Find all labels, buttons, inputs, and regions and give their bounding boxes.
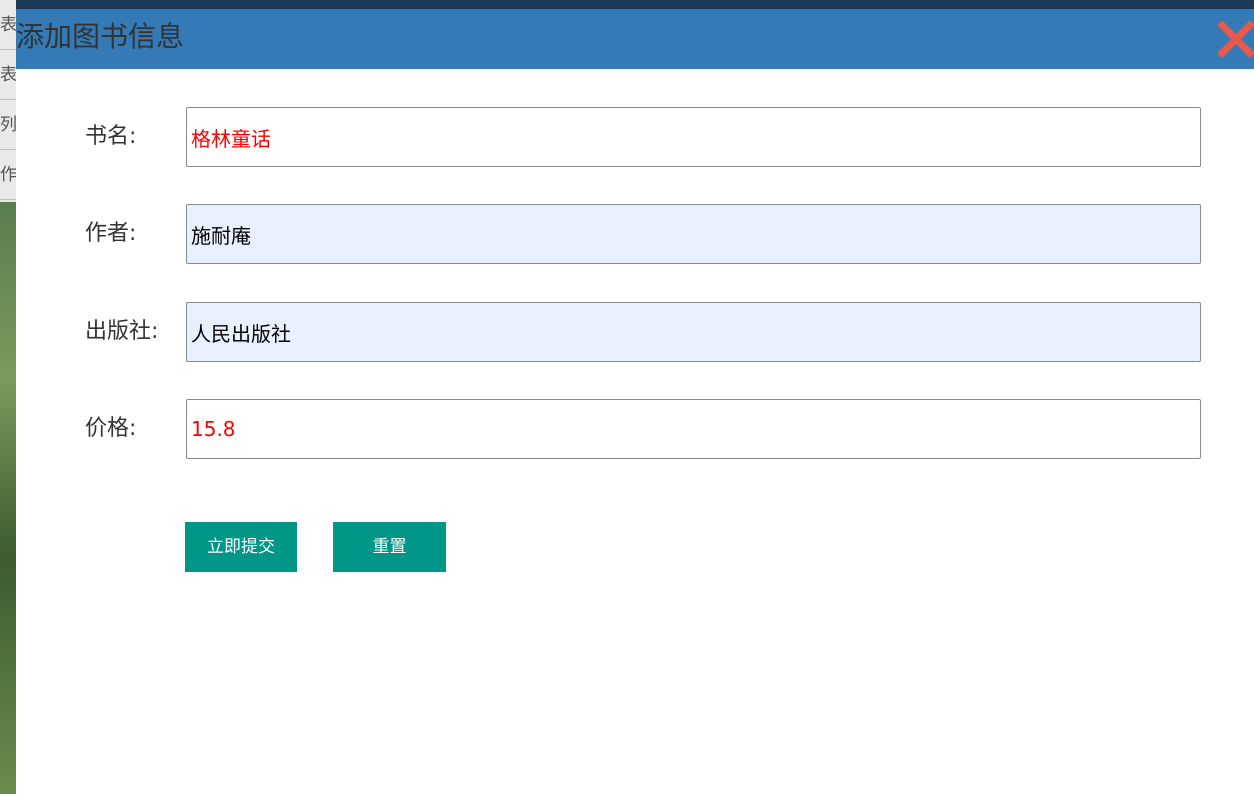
background-menu-item[interactable]: 作 bbox=[0, 150, 16, 200]
author-input[interactable] bbox=[186, 204, 1201, 264]
price-label: 价格: bbox=[85, 416, 137, 441]
background-image-strip bbox=[0, 202, 16, 794]
background-menu-item[interactable]: 表 bbox=[0, 0, 16, 50]
publisher-input[interactable] bbox=[186, 302, 1201, 362]
background-menu-item[interactable]: 表 bbox=[0, 50, 16, 100]
dialog-title: 添加图书信息 bbox=[16, 20, 185, 53]
book-title-label: 书名: bbox=[85, 124, 137, 149]
form-row-price: 价格: bbox=[16, 399, 1254, 459]
reset-button[interactable]: 重置 bbox=[333, 522, 446, 572]
dialog-header: 添加图书信息 bbox=[16, 9, 1254, 69]
publisher-label: 出版社: bbox=[85, 319, 159, 344]
form-row-title: 书名: bbox=[16, 107, 1254, 167]
form-row-publisher: 出版社: bbox=[16, 302, 1254, 362]
submit-button[interactable]: 立即提交 bbox=[185, 522, 297, 572]
author-label: 作者: bbox=[85, 221, 137, 246]
background-menu-item[interactable]: 列 bbox=[0, 100, 16, 150]
form-row-author: 作者: bbox=[16, 204, 1254, 264]
book-title-input[interactable] bbox=[186, 107, 1201, 167]
background-sidebar-menu: 表 表 列 作 bbox=[0, 0, 16, 202]
close-icon bbox=[1217, 20, 1254, 58]
close-button[interactable] bbox=[1217, 20, 1254, 58]
price-input[interactable] bbox=[186, 399, 1201, 459]
add-book-dialog: 添加图书信息 书名: 作者: 出版社: 价格: 立即提交 重置 bbox=[16, 9, 1254, 794]
